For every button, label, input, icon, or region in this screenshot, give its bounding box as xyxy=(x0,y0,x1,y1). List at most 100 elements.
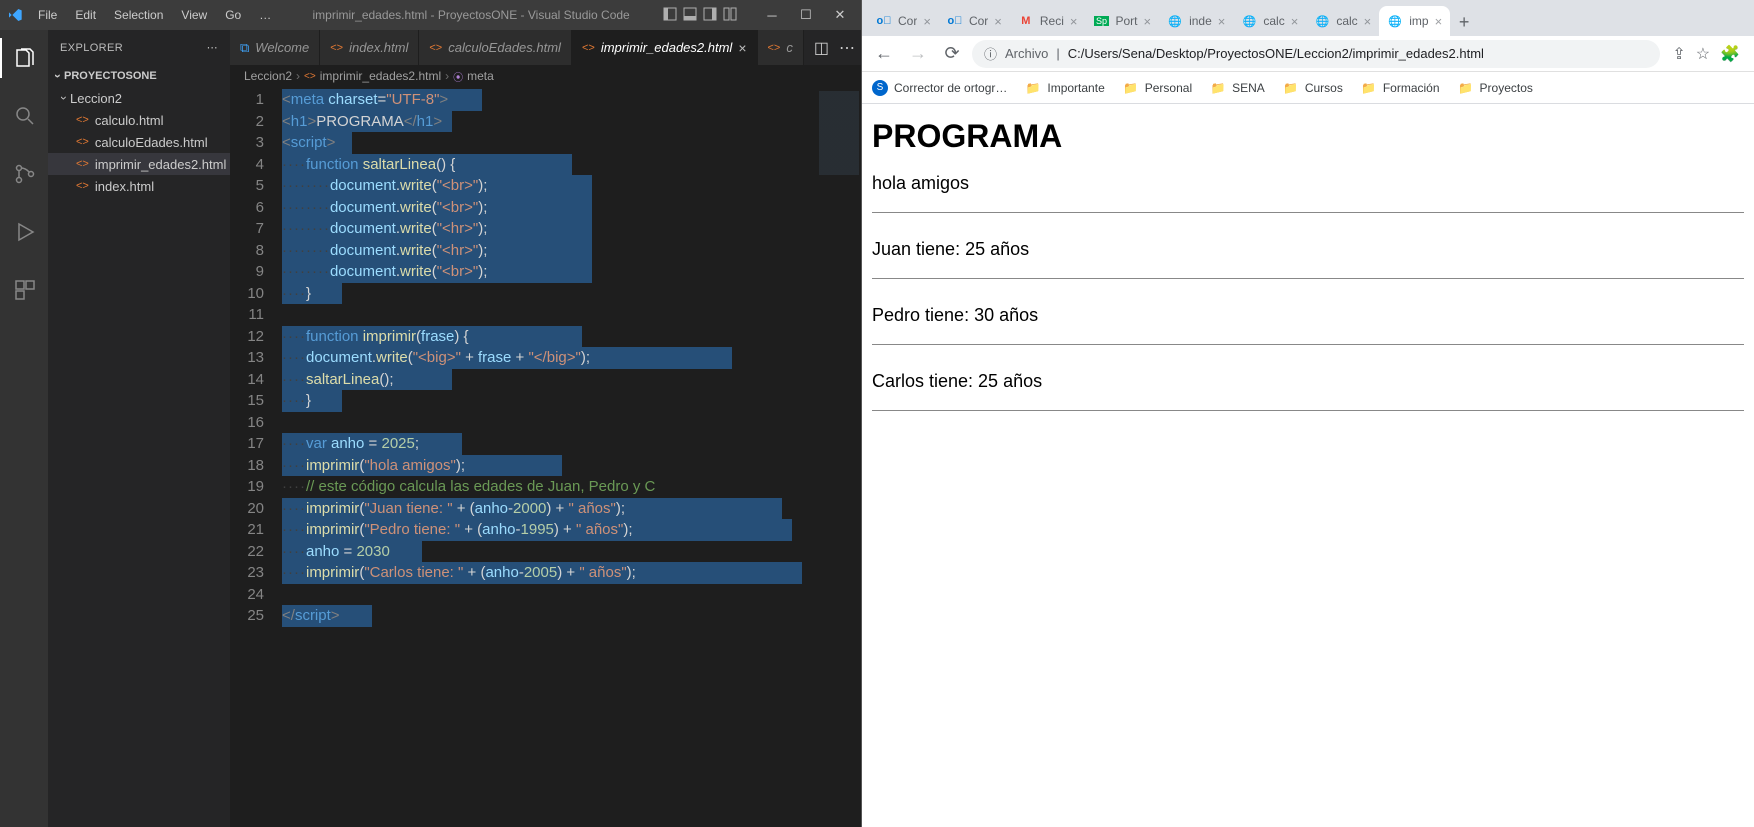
layout-icon[interactable] xyxy=(723,7,737,24)
tab-label: calc xyxy=(1263,14,1284,28)
file-calculoedades[interactable]: <>calculoEdades.html xyxy=(48,131,230,153)
code-content[interactable]: <meta charset="UTF-8"><h1>PROGRAMA</h1><… xyxy=(282,87,811,827)
bookmark-item[interactable]: 📁Formación xyxy=(1361,80,1440,96)
star-icon[interactable]: ☆ xyxy=(1696,44,1710,64)
bookmark-item[interactable]: 📁Importante xyxy=(1025,80,1104,96)
new-tab-button[interactable]: + xyxy=(1450,8,1478,36)
bookmark-item[interactable]: 📁Personal xyxy=(1123,80,1192,96)
close-icon[interactable]: × xyxy=(1291,14,1299,29)
close-icon[interactable]: × xyxy=(1144,14,1152,29)
activity-search[interactable] xyxy=(0,96,48,136)
browser-tab[interactable]: 🌐calc× xyxy=(1233,6,1306,36)
file-calculo[interactable]: <>calculo.html xyxy=(48,109,230,131)
close-icon[interactable]: × xyxy=(1070,14,1078,29)
browser-tab[interactable]: o⃤Cor× xyxy=(939,6,1010,36)
reload-button[interactable]: ⟳ xyxy=(938,40,966,68)
layout-icon[interactable] xyxy=(703,7,717,24)
sidebar-title: EXPLORER xyxy=(60,42,123,54)
vscode-icon: ⧉ xyxy=(240,40,249,56)
menu-view[interactable]: View xyxy=(173,4,215,26)
divider xyxy=(872,344,1744,345)
output-line: hola amigos xyxy=(872,173,1744,194)
favicon: Sp xyxy=(1093,13,1109,29)
html-icon: <> xyxy=(768,42,781,54)
browser-tab[interactable]: SpPort× xyxy=(1085,6,1159,36)
file-index[interactable]: <> index.html xyxy=(48,175,230,197)
menu-more[interactable]: … xyxy=(251,4,279,26)
close-icon[interactable]: × xyxy=(738,40,746,56)
tab-label: Welcome xyxy=(255,40,309,55)
browser-tab[interactable]: 🌐inde× xyxy=(1159,6,1233,36)
vscode-window: File Edit Selection View Go … imprimir_e… xyxy=(0,0,861,827)
folder-label: Leccion2 xyxy=(70,91,122,106)
close-icon[interactable]: × xyxy=(994,14,1002,29)
tab-imprimir-edades2[interactable]: <>imprimir_edades2.html× xyxy=(572,30,758,65)
activity-debug[interactable] xyxy=(0,212,48,252)
project-root[interactable]: ›PROYECTOSONE xyxy=(48,65,230,87)
html-icon: <> xyxy=(76,180,89,192)
activity-scm[interactable] xyxy=(0,154,48,194)
puzzle-icon[interactable]: 🧩 xyxy=(1720,44,1740,64)
url-input[interactable]: ⓘ Archivo | C:/Users/Sena/Desktop/Proyec… xyxy=(972,40,1660,68)
breadcrumb[interactable]: Leccion2 › <> imprimir_edades2.html › ⦿ … xyxy=(230,65,861,87)
bookmark-label: SENA xyxy=(1232,81,1265,95)
window-controls: ─ ☐ ✕ xyxy=(751,7,861,23)
tab-welcome[interactable]: ⧉ Welcome xyxy=(230,30,320,65)
menu-selection[interactable]: Selection xyxy=(106,4,171,26)
divider xyxy=(872,278,1744,279)
close-icon[interactable]: × xyxy=(1435,14,1443,29)
activity-explorer[interactable] xyxy=(0,38,48,78)
tab-label: Cor xyxy=(898,14,917,28)
more-icon[interactable]: ⋯ xyxy=(207,41,218,54)
minimap[interactable] xyxy=(811,87,861,827)
close-icon[interactable]: × xyxy=(1218,14,1226,29)
close-icon[interactable]: × xyxy=(923,14,931,29)
tab-label: inde xyxy=(1189,14,1212,28)
layout-icon[interactable] xyxy=(683,7,697,24)
menu-go[interactable]: Go xyxy=(217,4,249,26)
file-label: index.html xyxy=(95,179,154,194)
tab-index[interactable]: <>index.html xyxy=(320,30,419,65)
browser-window: o⃤Cor×o⃤Cor×MReci×SpPort×🌐inde×🌐calc×🌐ca… xyxy=(861,0,1754,827)
bookmark-item[interactable]: 📁Proyectos xyxy=(1458,80,1533,96)
split-icon[interactable]: ◫ xyxy=(814,38,829,58)
bookmark-label: Cursos xyxy=(1305,81,1343,95)
tab-actions: ◫⋯ xyxy=(804,30,861,65)
tab-label: imp xyxy=(1409,14,1428,28)
menu-edit[interactable]: Edit xyxy=(67,4,104,26)
addressbar-actions: ⇪ ☆ 🧩 xyxy=(1666,44,1746,64)
breadcrumb-folder[interactable]: Leccion2 xyxy=(244,69,292,83)
browser-tab[interactable]: MReci× xyxy=(1010,6,1086,36)
breadcrumb-file[interactable]: imprimir_edades2.html xyxy=(320,69,441,83)
info-icon[interactable]: ⓘ xyxy=(984,44,997,63)
layout-icon[interactable] xyxy=(663,7,677,24)
code-editor[interactable]: 1234567891011121314151617181920212223242… xyxy=(230,87,861,827)
bookmark-item[interactable]: 📁Cursos xyxy=(1283,80,1343,96)
favicon: 🌐 xyxy=(1314,13,1330,29)
vscode-logo-icon xyxy=(0,7,30,23)
browser-tab[interactable]: 🌐imp× xyxy=(1379,6,1450,36)
tab-calculoedades[interactable]: <>calculoEdades.html xyxy=(419,30,572,65)
minimize-button[interactable]: ─ xyxy=(761,8,783,23)
file-imprimir-edades2[interactable]: <>imprimir_edades2.html xyxy=(48,153,230,175)
menu-file[interactable]: File xyxy=(30,4,65,26)
menu-bar: File Edit Selection View Go … xyxy=(30,4,279,26)
output-line: Carlos tiene: 25 años xyxy=(872,371,1744,392)
bookmark-item[interactable]: 📁SENA xyxy=(1210,80,1265,96)
html-icon: <> xyxy=(76,136,89,148)
activity-extensions[interactable] xyxy=(0,270,48,310)
forward-button[interactable]: → xyxy=(904,40,932,68)
maximize-button[interactable]: ☐ xyxy=(795,7,817,23)
breadcrumb-symbol[interactable]: meta xyxy=(467,69,494,83)
close-icon[interactable]: × xyxy=(1364,14,1372,29)
browser-tab[interactable]: 🌐calc× xyxy=(1306,6,1379,36)
back-button[interactable]: ← xyxy=(870,40,898,68)
browser-tab[interactable]: o⃤Cor× xyxy=(868,6,939,36)
more-icon[interactable]: ⋯ xyxy=(839,38,855,58)
folder-leccion2[interactable]: ›Leccion2 xyxy=(48,87,230,109)
share-icon[interactable]: ⇪ xyxy=(1672,44,1685,64)
bookmark-label: Importante xyxy=(1047,81,1104,95)
tab-c[interactable]: <>c xyxy=(758,30,804,65)
close-button[interactable]: ✕ xyxy=(829,7,851,23)
bookmark-item[interactable]: SCorrector de ortogr… xyxy=(872,80,1007,96)
